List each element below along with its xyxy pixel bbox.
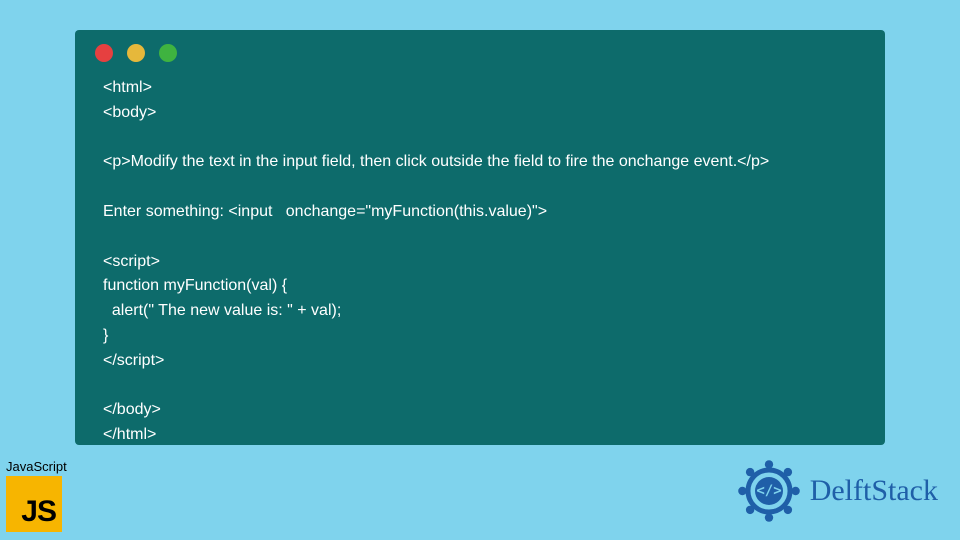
code-window: <html> <body> <p>Modify the text in the … <box>75 30 885 445</box>
traffic-lights <box>75 30 885 70</box>
window-dot-green <box>159 44 177 62</box>
javascript-badge: JavaScript JS <box>6 459 67 532</box>
window-dot-yellow <box>127 44 145 62</box>
code-block: <html> <body> <p>Modify the text in the … <box>75 70 885 460</box>
window-dot-red <box>95 44 113 62</box>
javascript-logo-icon: JS <box>6 476 62 532</box>
javascript-label: JavaScript <box>6 459 67 474</box>
delftstack-text: DelftStack <box>810 474 938 508</box>
javascript-logo-text: JS <box>21 495 56 529</box>
delftstack-logo-icon: </> <box>734 456 804 526</box>
delftstack-brand: </> DelftStack <box>734 456 938 526</box>
svg-text:</>: </> <box>756 483 781 499</box>
